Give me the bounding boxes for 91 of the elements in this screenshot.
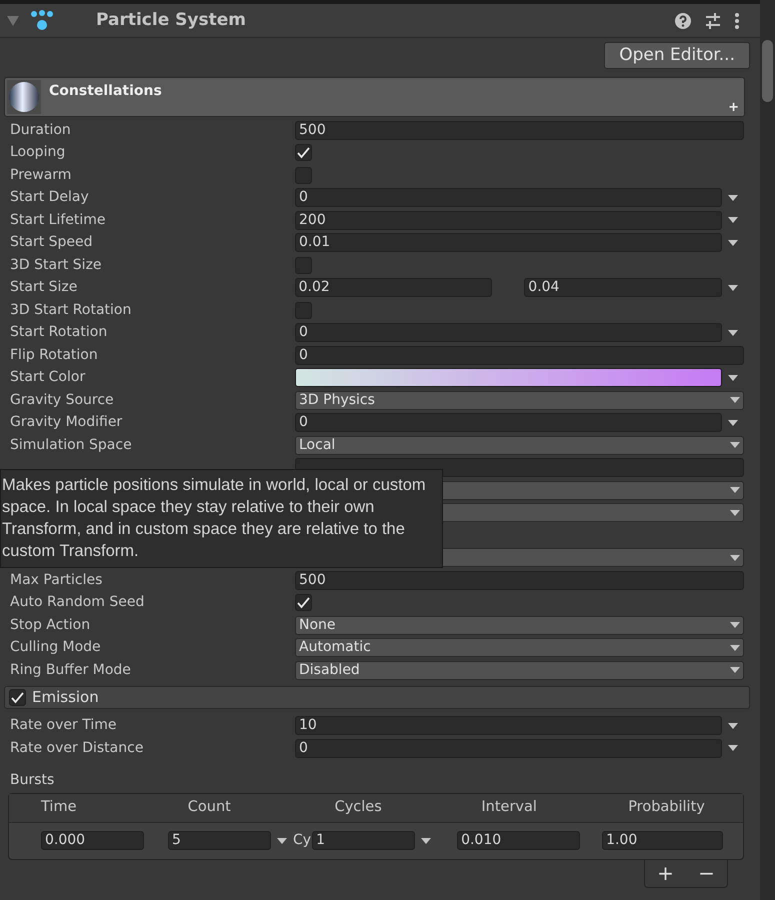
input-field[interactable]: 500 [295, 120, 744, 140]
input-field[interactable]: 0 [295, 188, 722, 208]
field-label: Duration [10, 120, 72, 140]
field-label: Auto Random Seed [10, 593, 146, 612]
color-gradient-field[interactable] [295, 368, 722, 388]
checkbox[interactable] [295, 594, 312, 612]
field-label: 3D Start Size [10, 256, 103, 275]
input-field[interactable]: 0.02 [294, 278, 492, 298]
caret-icon [728, 743, 738, 754]
field-label: Looping [10, 143, 66, 162]
field-label: Gravity Source [10, 390, 115, 410]
dropdown-arrow-icon [730, 440, 740, 450]
field-label: Prewarm [10, 166, 72, 185]
input-field[interactable]: 0.01 [295, 233, 722, 252]
field-label: Start Speed [10, 233, 94, 252]
input-field[interactable]: 10 [295, 716, 722, 736]
column-header: Interval [480, 798, 538, 817]
input-field[interactable]: 0 [295, 413, 722, 432]
caret-icon [728, 328, 738, 338]
input-field[interactable]: 0.010 [457, 831, 580, 850]
caret-icon [728, 238, 738, 248]
caret-icon [728, 282, 738, 293]
add-button[interactable]: + [728, 101, 739, 114]
checkmark-icon [10, 690, 25, 704]
settings-sliders-icon[interactable] [704, 12, 722, 30]
caret-icon [728, 192, 738, 203]
field-label: Cy [293, 831, 312, 850]
field-label: Max Particles [10, 570, 104, 590]
add-button[interactable]: + [657, 863, 674, 883]
caret-icon [277, 836, 287, 846]
field-label: Start Size [10, 278, 78, 298]
dropdown[interactable]: Disabled [295, 660, 744, 680]
field-label: Start Color [10, 368, 86, 388]
dropdown-arrow-icon [730, 508, 740, 518]
input-field[interactable]: 0.000 [41, 831, 144, 850]
dropdown-arrow-icon [730, 552, 740, 563]
tooltip: Makes particle positions simulate in world, local or custom space. In local space they stay relative to their own Transform, and in custom space they are relative to the custom Transform. [0, 469, 443, 568]
checkmark-icon [296, 146, 311, 160]
dropdown-arrow-icon [730, 620, 740, 630]
remove-button[interactable]: − [698, 863, 715, 883]
checkbox[interactable] [9, 688, 26, 706]
component-title: Particle System [96, 8, 246, 32]
material-sphere-icon [7, 80, 41, 114]
dropdown-arrow-icon [730, 665, 740, 676]
checkmark-icon [296, 596, 311, 610]
field-label: Stop Action [10, 616, 92, 635]
field-label: Start Rotation [10, 323, 108, 342]
field-label: 3D Start Rotation [10, 300, 132, 320]
caret-icon [421, 836, 432, 846]
column-header: Count [186, 798, 232, 817]
input-field[interactable]: 0 [295, 323, 722, 342]
section-label: Bursts [10, 772, 54, 788]
dropdown[interactable]: Automatic [295, 638, 744, 658]
field-label: Start Delay [10, 188, 90, 208]
field-label: Rate over Distance [10, 738, 144, 758]
help-icon[interactable] [674, 12, 692, 30]
field-label: Ring Buffer Mode [10, 660, 132, 680]
caret-icon [728, 720, 738, 731]
column-header: Probability [627, 798, 706, 817]
module-title: Emission [32, 686, 99, 708]
field-label: Simulation Space [10, 436, 133, 455]
input-field[interactable]: 200 [295, 210, 722, 230]
field-label: Culling Mode [10, 638, 102, 658]
caret-icon [728, 418, 738, 428]
material-name: Constellations [49, 82, 162, 101]
input-field[interactable]: 1 [312, 831, 416, 850]
dropdown[interactable]: None [295, 616, 744, 635]
open-editor-button[interactable]: Open Editor... [604, 42, 750, 69]
field-label: Gravity Modifier [10, 413, 124, 432]
caret-icon [728, 372, 738, 383]
field-label: Flip Rotation [10, 346, 99, 365]
scrollbar-thumb[interactable] [762, 40, 773, 102]
more-menu-icon[interactable] [734, 12, 740, 30]
column-header: Time [40, 798, 78, 817]
dropdown-arrow-icon [730, 642, 740, 653]
particle-icon [30, 10, 54, 32]
input-field[interactable]: 0 [295, 738, 722, 758]
caret-icon [728, 215, 738, 226]
dropdown-arrow-icon [730, 395, 740, 406]
input-field[interactable]: 5 [168, 831, 271, 850]
dropdown-arrow-icon [730, 485, 740, 496]
dropdown[interactable]: Local [295, 436, 744, 455]
input-field[interactable]: 0 [295, 346, 744, 365]
checkbox[interactable] [295, 144, 312, 162]
input-field[interactable]: 1.00 [602, 831, 724, 850]
input-field[interactable]: 0.04 [524, 278, 722, 298]
field-label: Start Lifetime [10, 210, 107, 230]
field-label: Rate over Time [10, 716, 118, 736]
dropdown[interactable]: 3D Physics [295, 390, 744, 410]
input-field[interactable]: 500 [295, 570, 744, 590]
column-header: Cycles [334, 798, 383, 817]
